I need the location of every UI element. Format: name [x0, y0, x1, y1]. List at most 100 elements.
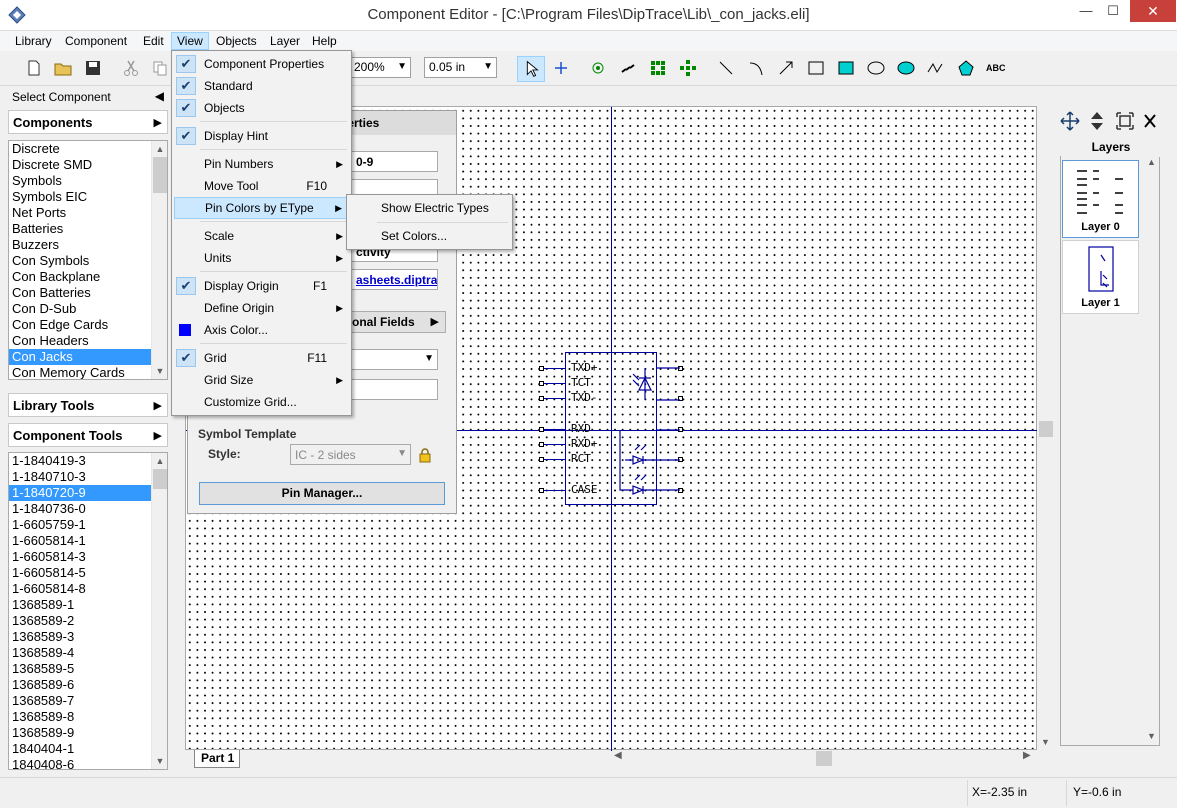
component-name-field[interactable]: 0-9: [351, 151, 438, 172]
component-list-item[interactable]: 1-1840736-0: [9, 501, 153, 517]
pin-matrix-icon[interactable]: [648, 58, 668, 78]
component-list-item[interactable]: 1368589-7: [9, 693, 153, 709]
arc-icon[interactable]: [746, 58, 766, 78]
menu-standard[interactable]: Standard ✔: [174, 75, 349, 97]
pin-end-marker[interactable]: [539, 366, 544, 371]
menu-pin-numbers[interactable]: Pin Numbers ▶: [174, 153, 349, 175]
library-list-item[interactable]: Con Edge Cards: [9, 317, 153, 333]
rectangle-icon[interactable]: [806, 58, 826, 78]
component-list-item[interactable]: 1368589-4: [9, 645, 153, 661]
menu-define-origin[interactable]: Define Origin ▶: [174, 297, 349, 319]
canvas-horizontal-scrollbar[interactable]: ◀ ▶: [612, 750, 1037, 767]
crosshair-icon[interactable]: [551, 58, 571, 78]
components-header[interactable]: Components ▶: [8, 110, 168, 134]
component-list-item[interactable]: 1368589-6: [9, 677, 153, 693]
filled-ellipse-icon[interactable]: [896, 58, 916, 78]
open-folder-icon[interactable]: [53, 58, 73, 78]
style-select[interactable]: IC - 2 sides ▼: [290, 444, 411, 465]
pin-end-marker[interactable]: [539, 427, 544, 432]
value-field[interactable]: [351, 379, 438, 400]
component-list-item[interactable]: 1-1840720-9: [9, 485, 153, 501]
collapse-left-icon[interactable]: ◀: [155, 89, 164, 103]
zoom-select[interactable]: 200% ▼: [349, 57, 411, 78]
pin-manager-button[interactable]: Pin Manager...: [199, 482, 445, 505]
pin-array-icon[interactable]: [618, 58, 638, 78]
scroll-thumb[interactable]: [1039, 421, 1053, 437]
menu-objects[interactable]: Objects ✔: [174, 97, 349, 119]
datasheet-link[interactable]: asheets.diptrac: [351, 269, 438, 290]
scroll-right-icon[interactable]: ▶: [1023, 750, 1031, 761]
library-list-item[interactable]: Con Backplane: [9, 269, 153, 285]
menu-pin-colors-by-etype[interactable]: Pin Colors by EType ▶: [174, 197, 349, 219]
fit-layer-icon[interactable]: [1115, 110, 1135, 132]
library-list-scrollbar[interactable]: ▲ ▼: [151, 141, 167, 379]
component-list-item[interactable]: 1-6605814-5: [9, 565, 153, 581]
library-list-item[interactable]: Discrete: [9, 141, 153, 157]
new-file-icon[interactable]: [24, 58, 44, 78]
scroll-thumb[interactable]: [153, 469, 167, 489]
component-list-item[interactable]: 1368589-8: [9, 709, 153, 725]
menu-grid[interactable]: Grid ✔ F11: [174, 347, 349, 369]
component-list-item[interactable]: 1-6605759-1: [9, 517, 153, 533]
menu-show-electric-types[interactable]: Show Electric Types: [349, 197, 510, 219]
menu-help[interactable]: Help: [307, 32, 342, 50]
copy-icon[interactable]: [150, 58, 170, 78]
menu-move-tool[interactable]: Move Tool F10: [174, 175, 349, 197]
library-list-item[interactable]: Buzzers: [9, 237, 153, 253]
menu-units[interactable]: Units ▶: [174, 247, 349, 269]
minimize-button[interactable]: —: [1073, 0, 1099, 22]
select-component-header[interactable]: Select Component ◀: [8, 88, 168, 108]
grid-size-select[interactable]: 0.05 in ▼: [424, 57, 497, 78]
library-list-item[interactable]: Con D-Sub: [9, 301, 153, 317]
pin-end-marker[interactable]: [539, 488, 544, 493]
component-list-item[interactable]: 1368589-1: [9, 597, 153, 613]
component-list-item[interactable]: 1-1840710-3: [9, 469, 153, 485]
library-list-item[interactable]: Symbols EIC: [9, 189, 153, 205]
pin-end-marker[interactable]: [539, 381, 544, 386]
pin-end-marker[interactable]: [539, 457, 544, 462]
filled-rectangle-icon[interactable]: [836, 58, 856, 78]
component-list-item[interactable]: 1368589-5: [9, 661, 153, 677]
component-list-item[interactable]: 1-6605814-8: [9, 581, 153, 597]
text-tool-icon[interactable]: ABC: [986, 58, 1006, 78]
add-pin-icon[interactable]: [588, 58, 608, 78]
component-list-item[interactable]: 1368589-9: [9, 725, 153, 741]
menu-component-properties[interactable]: Component Properties ✔: [174, 53, 349, 75]
pin-end-marker[interactable]: [539, 442, 544, 447]
library-list-item[interactable]: Con Jacks: [9, 349, 153, 365]
component-list-scrollbar[interactable]: ▲ ▼: [151, 453, 167, 769]
scroll-down-icon[interactable]: ▼: [1144, 731, 1159, 741]
line-icon[interactable]: [716, 58, 736, 78]
library-list-item[interactable]: Discrete SMD: [9, 157, 153, 173]
pin-cross-icon[interactable]: [678, 58, 698, 78]
scroll-left-icon[interactable]: ◀: [614, 750, 622, 761]
scroll-down-icon[interactable]: ▼: [152, 363, 167, 379]
component-tools-header[interactable]: Component Tools ▶: [8, 423, 168, 447]
close-icon[interactable]: [1142, 112, 1158, 130]
close-button[interactable]: ✕: [1130, 0, 1176, 22]
component-list-item[interactable]: 1840404-1: [9, 741, 153, 757]
menu-library[interactable]: Library: [10, 32, 57, 50]
library-list-item[interactable]: Net Ports: [9, 205, 153, 221]
scroll-down-icon[interactable]: ▼: [1037, 734, 1054, 750]
menu-customize-grid[interactable]: Customize Grid...: [174, 391, 349, 413]
canvas-vertical-scrollbar[interactable]: ▼: [1037, 106, 1054, 750]
menu-scale[interactable]: Scale ▶: [174, 225, 349, 247]
polygon-icon[interactable]: [956, 58, 976, 78]
library-list-item[interactable]: Con Symbols: [9, 253, 153, 269]
library-list-item[interactable]: Con Headers: [9, 333, 153, 349]
menu-axis-color[interactable]: Axis Color...: [174, 319, 349, 341]
menu-edit[interactable]: Edit: [138, 32, 169, 50]
reorder-updown-icon[interactable]: [1088, 110, 1106, 132]
layer-0-item[interactable]: Layer 0: [1062, 160, 1139, 238]
component-list-item[interactable]: 1-6605814-1: [9, 533, 153, 549]
layers-scrollbar[interactable]: ▲ ▼: [1144, 157, 1159, 745]
menu-layer[interactable]: Layer: [265, 32, 305, 50]
select-pointer-icon[interactable]: [517, 56, 545, 82]
library-list-item[interactable]: Con Memory Cards: [9, 365, 153, 379]
arrow-icon[interactable]: [776, 58, 796, 78]
scroll-thumb[interactable]: [153, 157, 167, 193]
library-tools-header[interactable]: Library Tools ▶: [8, 393, 168, 417]
library-list-item[interactable]: Con Batteries: [9, 285, 153, 301]
menu-grid-size[interactable]: Grid Size ▶: [174, 369, 349, 391]
